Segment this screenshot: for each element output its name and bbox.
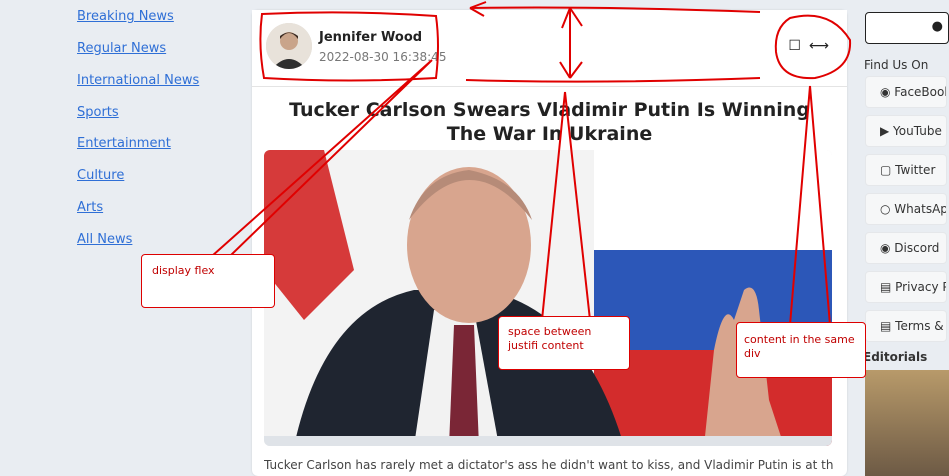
- social-link-label: WhatsApp: [894, 202, 946, 216]
- annotation-text: display flex: [152, 264, 215, 277]
- annotation-text: content in the same div: [744, 333, 855, 360]
- post-image: [264, 150, 832, 446]
- share-icon[interactable]: ⟷: [809, 38, 829, 54]
- social-link-discord[interactable]: ◉ Discord: [865, 232, 947, 264]
- sidebar-item-regular-news[interactable]: Regular News: [77, 41, 166, 56]
- discord-icon: ◉: [880, 241, 895, 255]
- news-card[interactable]: Jennifer Wood 2022-08-30 16:38:45 ☐ ⟷ Tuc…: [252, 10, 847, 476]
- sidebar-item-international-news[interactable]: International News: [77, 73, 199, 88]
- post-date: 2022-08-30 16:38:45: [319, 50, 447, 64]
- sidebar-item-culture[interactable]: Culture: [77, 168, 124, 183]
- social-link-twitter[interactable]: ▢ Twitter: [865, 154, 947, 186]
- social-link-label: Discord: [894, 241, 940, 255]
- sidebar-item-all-news[interactable]: All News: [77, 232, 132, 247]
- privacy-policy-link[interactable]: ▤ Privacy Po: [865, 271, 947, 303]
- post-headline[interactable]: Tucker Carlson Swears Vladimir Putin Is …: [272, 98, 827, 146]
- editorials-heading: Editorials: [863, 350, 928, 364]
- social-link-label: Privacy Po: [895, 280, 946, 294]
- card-icon: ▤: [880, 319, 896, 333]
- github-button[interactable]: ●: [865, 12, 949, 44]
- find-us-heading: Find Us On: [864, 58, 929, 72]
- card-icon: ▤: [880, 280, 896, 294]
- sidebar-item-breaking-news[interactable]: Breaking News: [77, 9, 174, 24]
- sidebar-item-entertainment[interactable]: Entertainment: [77, 136, 171, 151]
- social-link-facebook[interactable]: ◉ FaceBook: [865, 76, 947, 108]
- social-link-label: Terms & C: [895, 319, 946, 333]
- bookmark-icon[interactable]: ☐: [788, 38, 801, 54]
- annotation-space-between: space between justifi content: [498, 316, 630, 370]
- social-link-label: YouTube: [893, 124, 942, 138]
- sidebar-item-arts[interactable]: Arts: [77, 200, 103, 215]
- social-link-label: FaceBook: [894, 85, 947, 99]
- sidebar-item-sports[interactable]: Sports: [77, 105, 119, 120]
- twitter-icon: ▢: [880, 163, 896, 177]
- social-link-label: Twitter: [895, 163, 936, 177]
- post-excerpt: Tucker Carlson has rarely met a dictator…: [264, 458, 834, 472]
- terms-link[interactable]: ▤ Terms & C: [865, 310, 947, 342]
- annotation-text: space between justifi content: [508, 325, 592, 352]
- post-actions: ☐ ⟷: [780, 38, 829, 54]
- facebook-icon: ◉: [880, 85, 895, 99]
- social-link-youtube[interactable]: ▶ YouTube: [865, 115, 947, 147]
- youtube-icon: ▶: [880, 124, 894, 138]
- category-sidebar: Breaking News Regular News International…: [0, 0, 252, 476]
- right-panel: ● Find Us On ◉ FaceBook ▶ YouTube ▢ Twit…: [863, 0, 949, 476]
- editorial-image: [865, 370, 949, 476]
- annotation-same-div: content in the same div: [736, 322, 866, 378]
- annotation-display-flex: display flex: [141, 254, 275, 308]
- author-avatar: [266, 23, 312, 69]
- github-icon: ●: [931, 19, 943, 34]
- card-header: Jennifer Wood 2022-08-30 16:38:45 ☐ ⟷: [252, 10, 847, 87]
- social-link-whatsapp[interactable]: ○ WhatsApp: [865, 193, 947, 225]
- author-name[interactable]: Jennifer Wood: [319, 30, 422, 45]
- whatsapp-icon: ○: [880, 202, 895, 216]
